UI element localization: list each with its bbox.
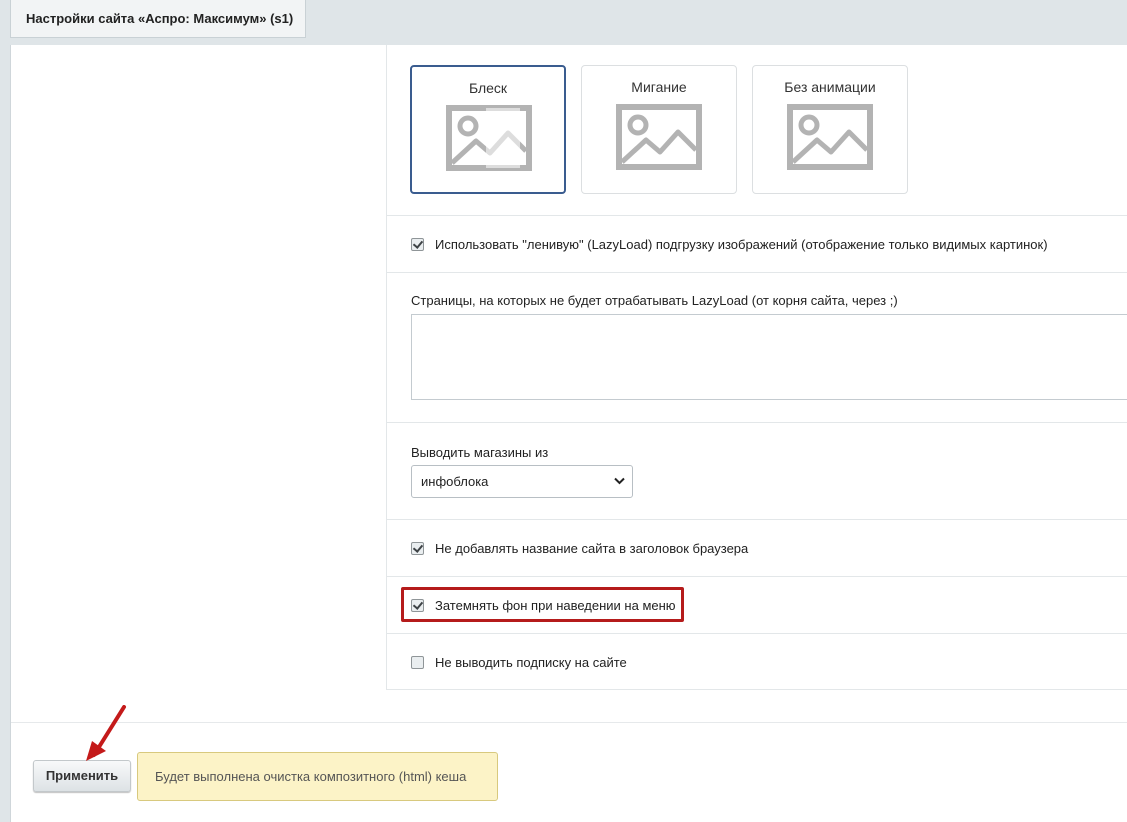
image-placeholder-icon [616,104,702,170]
no-site-title-checkbox[interactable] [411,542,424,555]
exclude-pages-textarea[interactable] [411,314,1127,400]
lazyload-row: Использовать "ленивую" (LazyLoad) подгру… [411,237,1048,252]
darken-bg-checkbox[interactable] [411,599,424,612]
animation-option-label: Без анимации [784,79,876,95]
lazyload-checkbox[interactable] [411,238,424,251]
settings-panel: Блеск Мигание Без анимации Использовать … [10,45,1127,822]
animation-option-label: Блеск [468,80,508,96]
row-divider [386,215,1127,216]
darken-bg-row: Затемнять фон при наведении на меню [411,598,676,613]
animation-option-blink[interactable]: Мигание [581,65,737,194]
row-divider [386,576,1127,577]
row-divider [386,633,1127,634]
image-placeholder-icon [787,104,873,170]
stores-source-label: Выводить магазины из [411,445,549,460]
animation-option-label: Мигание [631,79,687,95]
exclude-pages-label: Страницы, на которых не будет отрабатыва… [411,293,898,308]
red-arrow-icon [86,705,126,761]
row-divider [386,689,1127,690]
no-subscribe-label: Не выводить подписку на сайте [435,655,627,670]
apply-button[interactable]: Применить [33,760,131,792]
darken-bg-label: Затемнять фон при наведении на меню [435,598,676,613]
no-subscribe-row: Не выводить подписку на сайте [411,655,627,670]
row-divider [386,519,1127,520]
chevron-down-icon [614,477,625,485]
tab-site-settings[interactable]: Настройки сайта «Аспро: Максимум» (s1) [10,0,306,38]
row-divider [386,272,1127,273]
animation-option-shine[interactable]: Блеск [410,65,566,194]
column-divider [386,45,387,690]
no-site-title-label: Не добавлять название сайта в заголовок … [435,541,749,556]
animation-option-none[interactable]: Без анимации [752,65,908,194]
lazyload-label: Использовать "ленивую" (LazyLoad) подгру… [435,237,1048,252]
stores-source-value: инфоблока [421,474,489,489]
footer-divider [11,722,1127,723]
no-site-title-row: Не добавлять название сайта в заголовок … [411,541,748,556]
cache-note: Будет выполнена очистка композитного (ht… [137,752,498,801]
image-placeholder-icon [446,105,532,171]
row-divider [386,422,1127,423]
no-subscribe-checkbox[interactable] [411,656,424,669]
top-bar: Настройки сайта «Аспро: Максимум» (s1) [0,0,1127,45]
stores-source-select[interactable]: инфоблока [411,465,633,498]
